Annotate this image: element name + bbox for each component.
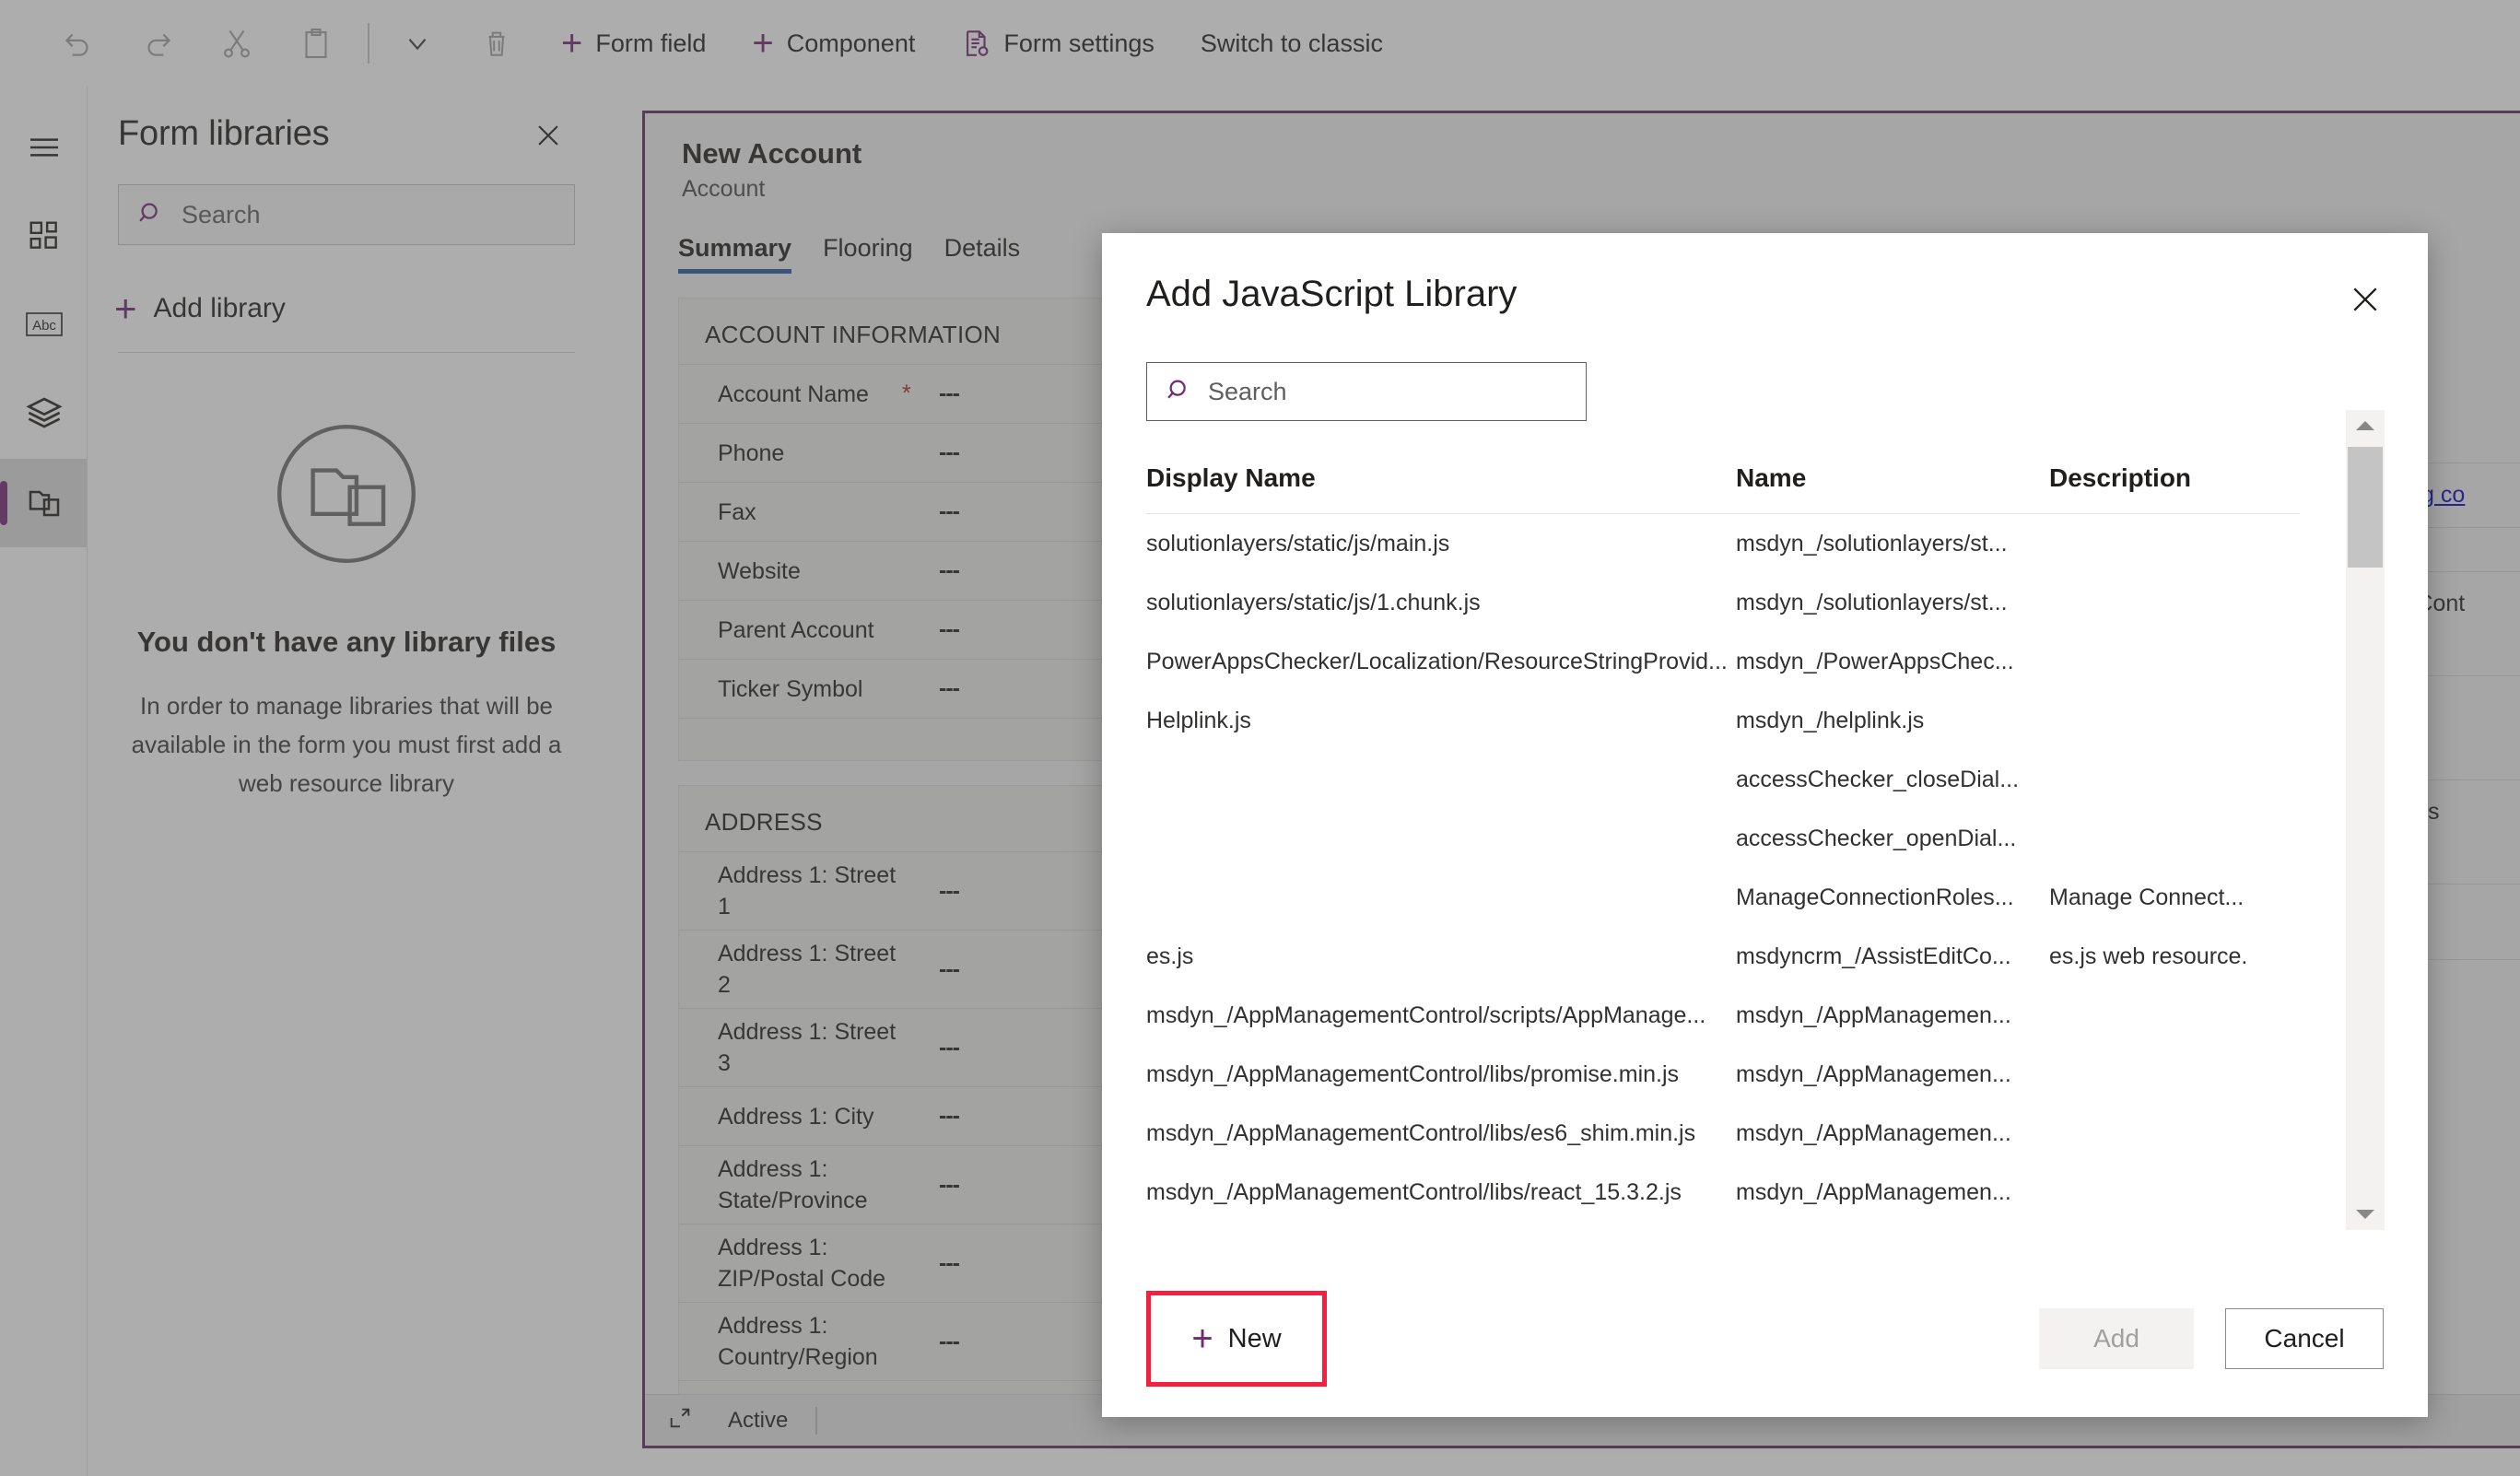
dialog-search-input[interactable]: Search: [1146, 362, 1587, 421]
cell-display-name: solutionlayers/static/js/main.js: [1146, 530, 1450, 556]
cell-name: msdyn_/AppManagemen...: [1736, 1002, 2011, 1028]
table-row[interactable]: msdyn_/AppManagementControl/libs/es6_shi…: [1146, 1104, 2344, 1163]
cell-display-name: msdyn_/AppManagementControl/libs/es6_shi…: [1146, 1119, 1696, 1146]
add-button[interactable]: Add: [2039, 1308, 2194, 1369]
cell-name: msdyncrm_/AssistEditCo...: [1736, 943, 2011, 969]
cell-name: ManageConnectionRoles...: [1736, 884, 2014, 910]
cell-name: accessChecker_openDial...: [1736, 825, 2017, 851]
table-row[interactable]: accessChecker_closeDial...: [1146, 750, 2344, 809]
cell-name: msdyn_/AppManagemen...: [1736, 1060, 2011, 1087]
scroll-up-arrow[interactable]: [2346, 410, 2385, 441]
cell-display-name: Helplink.js: [1146, 707, 1251, 733]
column-header-description[interactable]: Description: [2049, 463, 2326, 493]
cell-name: accessChecker_closeDial...: [1736, 766, 2020, 792]
cell-display-name: PowerAppsChecker/Localization/ResourceSt…: [1146, 648, 1728, 674]
table-row[interactable]: es.js msdyncrm_/AssistEditCo... es.js we…: [1146, 927, 2344, 986]
column-header-name[interactable]: Name: [1736, 463, 2049, 493]
cell-display-name: solutionlayers/static/js/1.chunk.js: [1146, 589, 1481, 615]
library-table: Display Name Name Description solutionla…: [1146, 463, 2344, 1222]
scrollbar-thumb[interactable]: [2348, 447, 2383, 568]
cell-description: es.js web resource.: [2049, 943, 2248, 969]
table-row[interactable]: msdyn_/AppManagementControl/scripts/AppM…: [1146, 986, 2344, 1045]
cell-name: msdyn_/PowerAppsChec...: [1736, 648, 2014, 674]
dialog-header: Add JavaScript Library: [1102, 233, 2428, 325]
dialog-close-button[interactable]: [2339, 274, 2391, 325]
cell-name: msdyn_/AppManagemen...: [1736, 1119, 2011, 1146]
table-row[interactable]: solutionlayers/static/js/main.js msdyn_/…: [1146, 514, 2344, 573]
new-button-label: New: [1227, 1323, 1282, 1353]
cell-display-name: msdyn_/AppManagementControl/libs/react_1…: [1146, 1178, 1682, 1205]
cell-name: msdyn_/solutionlayers/st...: [1736, 589, 2008, 615]
table-body: solutionlayers/static/js/main.js msdyn_/…: [1146, 514, 2344, 1222]
table-row[interactable]: PowerAppsChecker/Localization/ResourceSt…: [1146, 632, 2344, 691]
table-row[interactable]: Helplink.js msdyn_/helplink.js: [1146, 691, 2344, 750]
cell-display-name: msdyn_/AppManagementControl/scripts/AppM…: [1146, 1002, 1706, 1028]
cell-description: Manage Connect...: [2049, 884, 2245, 910]
scroll-down-arrow[interactable]: [2346, 1199, 2385, 1230]
cell-name: msdyn_/helplink.js: [1736, 707, 1925, 733]
cell-name: msdyn_/solutionlayers/st...: [1736, 530, 2008, 556]
table-header: Display Name Name Description: [1146, 463, 2344, 513]
list-scrollbar[interactable]: [2346, 410, 2385, 1230]
dialog-footer: + New Add Cancel: [1102, 1260, 2428, 1417]
search-icon: [1166, 376, 1193, 408]
table-row[interactable]: ManageConnectionRoles... Manage Connect.…: [1146, 868, 2344, 927]
dialog-title: Add JavaScript Library: [1146, 274, 1518, 314]
table-row[interactable]: solutionlayers/static/js/1.chunk.js msdy…: [1146, 573, 2344, 632]
plus-icon: +: [1191, 1318, 1213, 1359]
dialog-actions: Add Cancel: [2039, 1308, 2384, 1369]
form-designer-app: + Form field + Component Form settings S…: [0, 0, 2520, 1476]
dialog-search-placeholder: Search: [1208, 377, 1287, 405]
column-header-display-name[interactable]: Display Name: [1146, 463, 1736, 493]
table-row[interactable]: msdyn_/AppManagementControl/libs/promise…: [1146, 1045, 2344, 1104]
new-button[interactable]: + New: [1146, 1291, 1327, 1387]
cancel-button[interactable]: Cancel: [2225, 1308, 2384, 1369]
cell-display-name: es.js: [1146, 943, 1194, 969]
add-javascript-library-dialog: Add JavaScript Library Search Display Na…: [1102, 233, 2428, 1417]
table-row[interactable]: msdyn_/AppManagementControl/libs/react_1…: [1146, 1163, 2344, 1222]
cell-display-name: msdyn_/AppManagementControl/libs/promise…: [1146, 1060, 1680, 1087]
table-row[interactable]: accessChecker_openDial...: [1146, 809, 2344, 868]
cell-name: msdyn_/AppManagemen...: [1736, 1178, 2011, 1205]
